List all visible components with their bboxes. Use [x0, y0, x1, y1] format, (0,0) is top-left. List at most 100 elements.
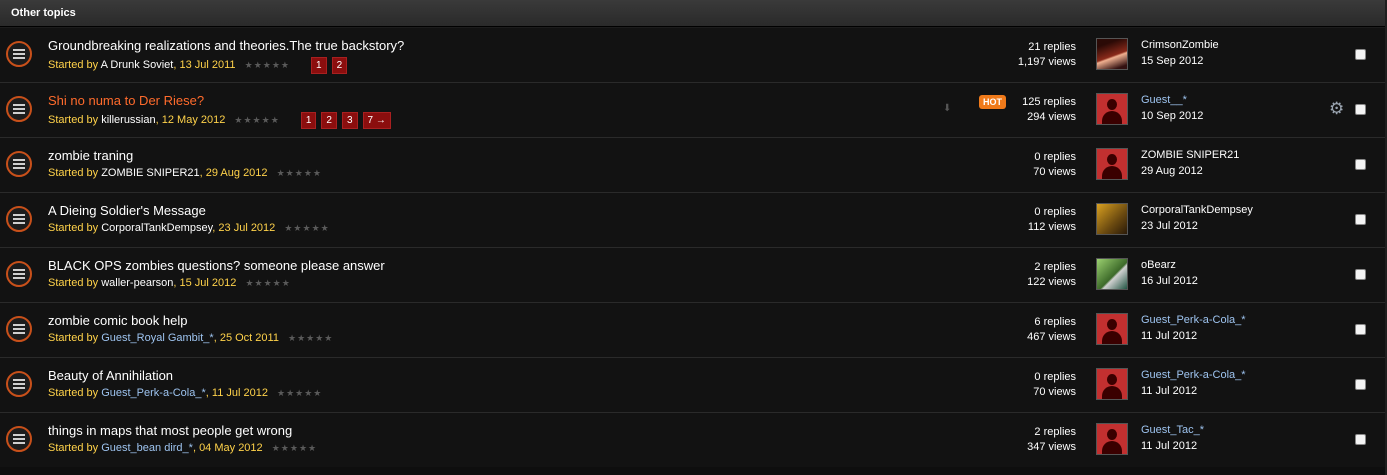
- topic-row: BLACK OPS zombies questions? someone ple…: [0, 247, 1387, 302]
- topic-pagination: 1237 →: [300, 112, 396, 129]
- topic-author-link[interactable]: Guest_Perk-a-Cola_*: [101, 387, 206, 399]
- topic-meta: Started by CorporalTankDempsey, 23 Jul 2…: [48, 222, 330, 234]
- topic-author-link[interactable]: CorporalTankDempsey: [101, 222, 212, 234]
- topic-stats: 21 replies 1,197 views: [1018, 40, 1076, 70]
- reply-count[interactable]: 6 replies: [1027, 315, 1076, 330]
- topic-status-icon[interactable]: [6, 316, 32, 342]
- topic-stats: 6 replies 467 views: [1027, 315, 1076, 345]
- last-poster-avatar[interactable]: [1096, 423, 1128, 455]
- reply-count[interactable]: 125 replies: [1022, 95, 1076, 110]
- page-link[interactable]: 3: [341, 112, 358, 129]
- topic-select-checkbox[interactable]: [1355, 104, 1366, 115]
- topic-date: 13 Jul 2011: [179, 59, 236, 71]
- gear-icon[interactable]: ⚙: [1329, 99, 1344, 119]
- last-poster-link[interactable]: oBearz: [1141, 259, 1176, 271]
- topic-status-icon[interactable]: [6, 41, 32, 67]
- topic-title-link[interactable]: A Dieing Soldier's Message: [48, 203, 206, 218]
- topic-meta: Started by ZOMBIE SNIPER21, 29 Aug 2012 …: [48, 167, 322, 179]
- page-link[interactable]: 1: [300, 112, 317, 129]
- topic-select-checkbox[interactable]: [1355, 324, 1366, 335]
- topic-select-checkbox[interactable]: [1355, 379, 1366, 390]
- rating-stars: ★★★★★: [284, 223, 330, 233]
- topic-meta: Started by Guest_Royal Gambit_*, 25 Oct …: [48, 332, 334, 344]
- started-by-label: Started by: [48, 114, 99, 126]
- arrow-down-icon: ⬇: [943, 103, 952, 114]
- last-poster-link[interactable]: Guest_Perk-a-Cola_*: [1141, 369, 1246, 381]
- last-post-date[interactable]: 11 Jul 2012: [1141, 330, 1197, 342]
- topic-status-icon[interactable]: [6, 426, 32, 452]
- last-post-date[interactable]: 16 Jul 2012: [1141, 275, 1198, 287]
- topic-select-checkbox[interactable]: [1355, 159, 1366, 170]
- rating-stars: ★★★★★: [276, 168, 322, 178]
- rating-stars: ★★★★★: [277, 388, 323, 398]
- view-count: 112 views: [1027, 221, 1076, 233]
- topic-author-link[interactable]: ZOMBIE SNIPER21: [101, 167, 199, 179]
- topic-title-link[interactable]: zombie traning: [48, 148, 133, 163]
- last-poster-link[interactable]: Guest__*: [1141, 94, 1187, 106]
- topic-status-icon[interactable]: [6, 371, 32, 397]
- started-by-label: Started by: [48, 167, 99, 179]
- topic-status-icon[interactable]: [6, 206, 32, 232]
- last-poster-link[interactable]: Guest_Perk-a-Cola_*: [1141, 314, 1246, 326]
- topic-author-link[interactable]: waller-pearson: [101, 277, 173, 289]
- rating-stars: ★★★★★: [244, 60, 290, 70]
- topic-title-link[interactable]: Groundbreaking realizations and theories…: [48, 38, 404, 53]
- reply-count[interactable]: 21 replies: [1018, 40, 1076, 55]
- last-post-date[interactable]: 15 Sep 2012: [1141, 55, 1203, 67]
- topic-author-link[interactable]: killerussian: [101, 114, 155, 126]
- last-poster-avatar[interactable]: [1096, 148, 1128, 180]
- topic-row: zombie comic book help Started by Guest_…: [0, 302, 1387, 357]
- topic-status-icon[interactable]: [6, 151, 32, 177]
- rating-stars: ★★★★★: [234, 115, 280, 125]
- last-poster-avatar[interactable]: [1096, 93, 1128, 125]
- reply-count[interactable]: 2 replies: [1027, 425, 1076, 440]
- topic-stats: 2 replies 347 views: [1027, 425, 1076, 455]
- last-poster-link[interactable]: ZOMBIE SNIPER21: [1141, 149, 1239, 161]
- last-poster-avatar[interactable]: [1096, 313, 1128, 345]
- topic-select-checkbox[interactable]: [1355, 49, 1366, 60]
- topic-author-link[interactable]: A Drunk Soviet: [101, 59, 174, 71]
- last-page-link[interactable]: 7 →: [362, 112, 391, 129]
- last-poster-avatar[interactable]: [1096, 203, 1128, 235]
- topic-title-link[interactable]: things in maps that most people get wron…: [48, 423, 292, 438]
- reply-count[interactable]: 0 replies: [1033, 150, 1076, 165]
- topic-title-link[interactable]: BLACK OPS zombies questions? someone ple…: [48, 258, 385, 273]
- last-poster-link[interactable]: CrimsonZombie: [1141, 39, 1219, 51]
- topic-title-link[interactable]: zombie comic book help: [48, 313, 187, 328]
- last-poster-link[interactable]: CorporalTankDempsey: [1141, 204, 1253, 216]
- topic-title-link[interactable]: Shi no numa to Der Riese?: [48, 93, 204, 108]
- topic-stats: 125 replies 294 views: [1022, 95, 1076, 125]
- topic-select-checkbox[interactable]: [1355, 269, 1366, 280]
- last-poster-avatar[interactable]: [1096, 258, 1128, 290]
- topic-author-link[interactable]: Guest_Royal Gambit_*: [101, 332, 214, 344]
- last-poster-avatar[interactable]: [1096, 38, 1128, 70]
- last-post-date[interactable]: 11 Jul 2012: [1141, 385, 1197, 397]
- topic-stats: 2 replies 122 views: [1027, 260, 1076, 290]
- view-count: 467 views: [1027, 331, 1076, 343]
- last-poster-link[interactable]: Guest_Tac_*: [1141, 424, 1204, 436]
- last-post-date[interactable]: 11 Jul 2012: [1141, 440, 1197, 452]
- topic-pagination: 12: [311, 57, 352, 74]
- topic-select-checkbox[interactable]: [1355, 434, 1366, 445]
- reply-count[interactable]: 0 replies: [1033, 370, 1076, 385]
- last-post-date[interactable]: 23 Jul 2012: [1141, 220, 1198, 232]
- topic-author-link[interactable]: Guest_bean dird_*: [101, 442, 193, 454]
- topic-title-link[interactable]: Beauty of Annihilation: [48, 368, 173, 383]
- topic-status-icon[interactable]: [6, 261, 32, 287]
- topic-row: Beauty of Annihilation Started by Guest_…: [0, 357, 1387, 412]
- rating-stars: ★★★★★: [271, 443, 318, 453]
- topic-meta: Started by waller-pearson, 15 Jul 2012 ★…: [48, 277, 291, 289]
- last-poster-avatar[interactable]: [1096, 368, 1128, 400]
- topic-select-checkbox[interactable]: [1355, 214, 1366, 225]
- page-link[interactable]: 2: [331, 57, 348, 74]
- topic-status-icon[interactable]: [6, 96, 32, 122]
- last-post-date[interactable]: 29 Aug 2012: [1141, 165, 1203, 177]
- last-post-date[interactable]: 10 Sep 2012: [1141, 110, 1203, 122]
- topic-meta: Started by A Drunk Soviet, 13 Jul 2011 ★…: [48, 57, 352, 74]
- topic-date: 15 Jul 2012: [179, 277, 237, 289]
- page-link[interactable]: 2: [321, 112, 337, 129]
- reply-count[interactable]: 2 replies: [1027, 260, 1076, 275]
- page-link[interactable]: 1: [311, 57, 327, 74]
- topic-date: 23 Jul 2012: [218, 222, 276, 234]
- reply-count[interactable]: 0 replies: [1028, 205, 1076, 220]
